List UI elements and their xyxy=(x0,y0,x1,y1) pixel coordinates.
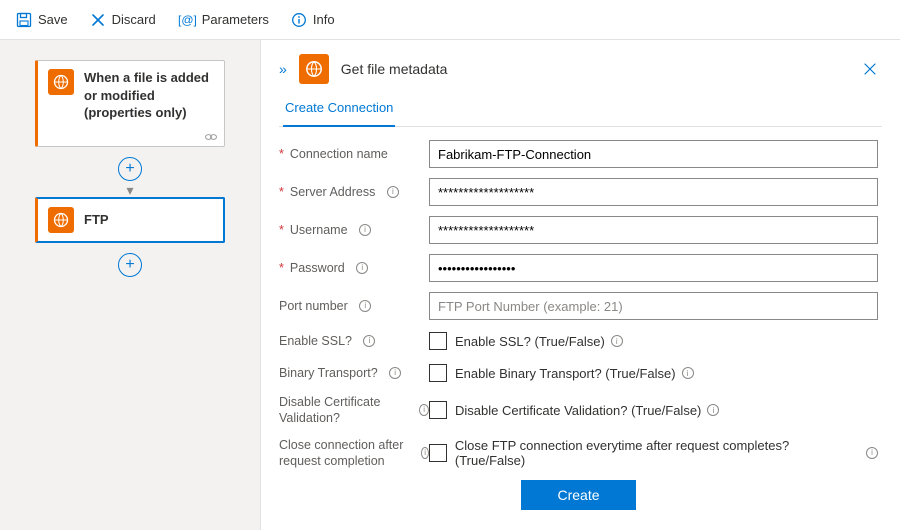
collapse-icon[interactable]: » xyxy=(279,61,287,77)
username-input[interactable] xyxy=(429,216,878,244)
info-icon[interactable]: i xyxy=(389,367,401,379)
disable-cert-checkbox[interactable] xyxy=(429,401,447,419)
add-step-button-1[interactable]: + xyxy=(118,157,142,181)
server-address-label: *Server Address i xyxy=(279,184,429,200)
toolbar: Save Discard [@] Parameters Info xyxy=(0,0,900,40)
save-label: Save xyxy=(38,12,68,27)
info-icon[interactable]: i xyxy=(387,186,399,198)
trigger-card[interactable]: When a file is added or modified (proper… xyxy=(35,60,225,147)
link-icon xyxy=(38,130,224,146)
username-label: *Username i xyxy=(279,222,429,238)
info-icon[interactable]: i xyxy=(866,447,878,459)
enable-ssl-label: Enable SSL? i xyxy=(279,333,429,349)
connector-1: + ▾ xyxy=(16,149,244,195)
enable-ssl-option: Enable SSL? (True/False)i xyxy=(455,334,623,349)
info-button[interactable]: Info xyxy=(283,8,343,32)
parameters-label: Parameters xyxy=(202,12,269,27)
enable-ssl-checkbox[interactable] xyxy=(429,332,447,350)
svg-text:[@]: [@] xyxy=(178,13,196,27)
info-label: Info xyxy=(313,12,335,27)
info-icon[interactable]: i xyxy=(707,404,719,416)
main: When a file is added or modified (proper… xyxy=(0,40,900,530)
close-conn-label: Close connection after request completio… xyxy=(279,437,429,470)
ftp-action-card[interactable]: FTP xyxy=(35,197,225,243)
config-panel: » Get file metadata Create Connection *C… xyxy=(260,40,900,530)
info-icon[interactable]: i xyxy=(421,447,429,459)
arrow-down-icon: ▾ xyxy=(126,185,133,195)
add-step-button-2[interactable]: + xyxy=(118,253,142,277)
port-input[interactable] xyxy=(429,292,878,320)
password-label: *Password i xyxy=(279,260,429,276)
discard-label: Discard xyxy=(112,12,156,27)
info-icon[interactable]: i xyxy=(359,300,371,312)
ftp-icon xyxy=(48,207,74,233)
connection-name-input[interactable] xyxy=(429,140,878,168)
discard-button[interactable]: Discard xyxy=(82,8,164,32)
info-icon[interactable]: i xyxy=(682,367,694,379)
ftp-icon xyxy=(299,54,329,84)
close-button[interactable] xyxy=(858,57,882,81)
port-label: Port number i xyxy=(279,298,429,314)
connector-2: + xyxy=(16,245,244,281)
tab-create-connection[interactable]: Create Connection xyxy=(283,92,395,127)
ftp-title: FTP xyxy=(84,211,109,229)
info-icon[interactable]: i xyxy=(363,335,375,347)
tabs: Create Connection xyxy=(279,92,882,127)
save-button[interactable]: Save xyxy=(8,8,76,32)
connection-form: *Connection name *Server Address i *User… xyxy=(279,135,882,518)
close-conn-checkbox[interactable] xyxy=(429,444,447,462)
disable-cert-option: Disable Certificate Validation? (True/Fa… xyxy=(455,403,719,418)
info-icon xyxy=(291,12,307,28)
password-input[interactable] xyxy=(429,254,878,282)
panel-title: Get file metadata xyxy=(341,61,448,77)
discard-icon xyxy=(90,12,106,28)
disable-cert-label: Disable Certificate Validation? i xyxy=(279,394,429,427)
parameters-button[interactable]: [@] Parameters xyxy=(170,8,277,32)
trigger-title: When a file is added or modified (proper… xyxy=(84,69,214,122)
binary-checkbox[interactable] xyxy=(429,364,447,382)
save-icon xyxy=(16,12,32,28)
info-icon[interactable]: i xyxy=(611,335,623,347)
workflow-canvas: When a file is added or modified (proper… xyxy=(0,40,260,530)
info-icon[interactable]: i xyxy=(356,262,368,274)
info-icon[interactable]: i xyxy=(359,224,371,236)
close-conn-option: Close FTP connection everytime after req… xyxy=(455,438,878,468)
binary-option: Enable Binary Transport? (True/False)i xyxy=(455,366,694,381)
parameters-icon: [@] xyxy=(178,12,196,28)
info-icon[interactable]: i xyxy=(419,404,429,416)
connection-name-label: *Connection name xyxy=(279,146,429,162)
server-address-input[interactable] xyxy=(429,178,878,206)
ftp-icon xyxy=(48,69,74,95)
create-button[interactable]: Create xyxy=(521,480,635,510)
binary-label: Binary Transport? i xyxy=(279,365,429,381)
